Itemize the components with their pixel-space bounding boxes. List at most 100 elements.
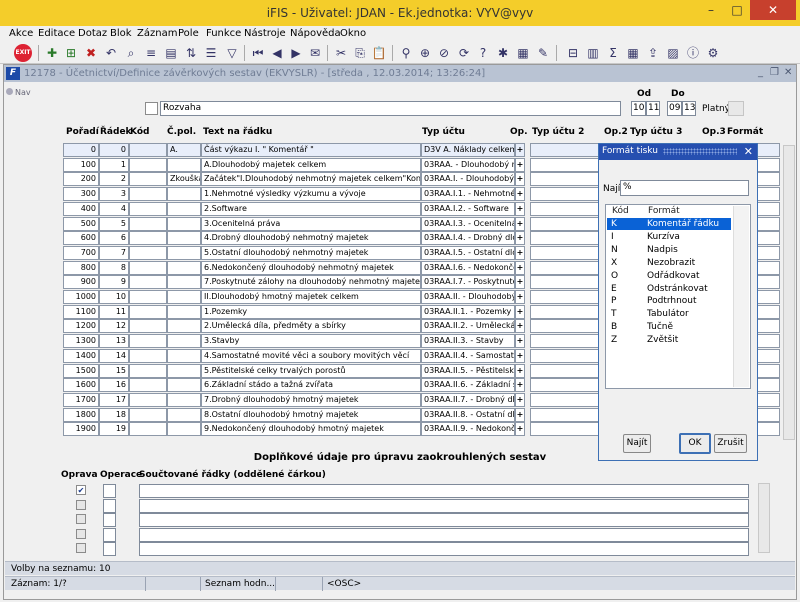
grid-scrollbar[interactable] bbox=[783, 145, 795, 440]
cell-text[interactable]: 5.Pěstitelské celky trvalých porostů bbox=[201, 363, 421, 378]
cell-radek[interactable]: 15 bbox=[99, 363, 129, 378]
query-icon[interactable]: ≡ bbox=[142, 44, 160, 62]
cell-radek[interactable]: 1 bbox=[99, 157, 129, 172]
cell-kod[interactable] bbox=[129, 363, 167, 378]
clear-icon[interactable]: ⊘ bbox=[435, 44, 453, 62]
doc-icon[interactable]: ▦ bbox=[514, 44, 532, 62]
format-list-item[interactable]: E Odstránkovat bbox=[607, 283, 731, 295]
cell-cpol[interactable] bbox=[167, 392, 201, 407]
format-list-item[interactable]: B Tučně bbox=[607, 321, 731, 333]
cell-radek[interactable]: 18 bbox=[99, 407, 129, 422]
header-checkbox[interactable] bbox=[145, 102, 158, 115]
cell-op[interactable]: + bbox=[515, 187, 525, 202]
popup-ok-button[interactable]: OK bbox=[679, 433, 711, 454]
cell-poradi[interactable]: 1700 bbox=[63, 392, 99, 407]
popup-list-scrollbar[interactable] bbox=[733, 206, 749, 387]
cell-op[interactable]: + bbox=[515, 422, 525, 437]
cell-text[interactable]: 2.Umělecká díla, předměty a sbírky bbox=[201, 319, 421, 334]
cell-typ[interactable]: 03RAA.I.4. - Drobný dlo bbox=[421, 231, 515, 246]
print-icon[interactable]: ▤ bbox=[162, 44, 180, 62]
cell-poradi[interactable]: 200 bbox=[63, 172, 99, 187]
exit-button[interactable]: EXIT bbox=[14, 44, 32, 62]
cell-typ2[interactable] bbox=[530, 201, 600, 216]
cell-kod[interactable] bbox=[129, 334, 167, 349]
cell-typ2[interactable] bbox=[530, 216, 600, 231]
cell-op[interactable]: + bbox=[515, 216, 525, 231]
list-icon[interactable]: ☰ bbox=[202, 44, 220, 62]
cell-poradi[interactable]: 1100 bbox=[63, 304, 99, 319]
oprava-checkbox[interactable] bbox=[76, 499, 86, 510]
cell-text[interactable]: 7.Drobný dlouhodobý hmotný majetek bbox=[201, 392, 421, 407]
cell-radek[interactable]: 19 bbox=[99, 422, 129, 437]
cell-typ[interactable]: 03RAA.II.6. - Základní st bbox=[421, 378, 515, 393]
menu-akce[interactable]: Akce bbox=[9, 28, 33, 39]
cell-radek[interactable]: 5 bbox=[99, 216, 129, 231]
operace-field[interactable] bbox=[103, 484, 116, 498]
od-month-field[interactable]: 10 bbox=[631, 101, 646, 116]
cell-op[interactable]: + bbox=[515, 201, 525, 216]
cell-text[interactable]: 6.Základní stádo a tažná zvířata bbox=[201, 378, 421, 393]
cell-op[interactable]: + bbox=[515, 245, 525, 260]
cell-kod[interactable] bbox=[129, 172, 167, 187]
cell-typ2[interactable] bbox=[530, 231, 600, 246]
cell-typ2[interactable] bbox=[530, 245, 600, 260]
calc-icon[interactable]: ⊟ bbox=[564, 44, 582, 62]
cell-cpol[interactable] bbox=[167, 378, 201, 393]
menu-funkce[interactable]: Funkce bbox=[206, 28, 241, 39]
find-icon[interactable]: ⚲ bbox=[397, 44, 415, 62]
mail-icon[interactable]: ✉ bbox=[306, 44, 324, 62]
menu-dotaz[interactable]: Dotaz bbox=[78, 28, 107, 39]
cell-poradi[interactable]: 1200 bbox=[63, 319, 99, 334]
cell-kod[interactable] bbox=[129, 348, 167, 363]
cell-poradi[interactable]: 1500 bbox=[63, 363, 99, 378]
cell-cpol[interactable] bbox=[167, 304, 201, 319]
oprava-checkbox[interactable] bbox=[76, 543, 86, 553]
cell-text[interactable]: 4.Drobný dlouhodobý nehmotný majetek bbox=[201, 231, 421, 246]
info-icon[interactable]: ⓘ bbox=[684, 44, 702, 62]
form-minimize-button[interactable]: _ bbox=[758, 67, 763, 78]
cell-kod[interactable] bbox=[129, 216, 167, 231]
filter-icon[interactable]: ▽ bbox=[223, 44, 241, 62]
bottom-scrollbar[interactable] bbox=[758, 483, 770, 553]
form-close-button[interactable]: ✕ bbox=[784, 67, 792, 78]
cut-icon[interactable]: ✂ bbox=[332, 44, 350, 62]
prev-record-icon[interactable]: ◀ bbox=[268, 44, 286, 62]
cell-op[interactable]: + bbox=[515, 275, 525, 290]
cell-radek[interactable]: 13 bbox=[99, 334, 129, 349]
cell-poradi[interactable]: 400 bbox=[63, 201, 99, 216]
soucet-radky-field[interactable] bbox=[139, 498, 749, 513]
cell-text[interactable]: 5.Ostatní dlouhodobý nehmotný majetek bbox=[201, 245, 421, 260]
cell-text[interactable]: 3.Stavby bbox=[201, 334, 421, 349]
cell-radek[interactable]: 0 bbox=[99, 143, 129, 157]
od-year-field[interactable]: 11 bbox=[646, 101, 660, 116]
cell-radek[interactable]: 7 bbox=[99, 245, 129, 260]
copy-icon[interactable]: ⎘ bbox=[351, 44, 369, 62]
cell-poradi[interactable]: 1900 bbox=[63, 422, 99, 437]
cell-cpol[interactable] bbox=[167, 290, 201, 304]
oprava-checkbox[interactable] bbox=[76, 528, 86, 539]
cell-typ[interactable]: D3V A. Náklady celkem bbox=[421, 143, 515, 157]
menu-blok[interactable]: Blok bbox=[110, 28, 132, 39]
cell-typ[interactable]: 03RAA.II.2. - Umělecká d bbox=[421, 319, 515, 334]
cell-text[interactable]: 6.Nedokončený dlouhodobý nehmotný majete… bbox=[201, 260, 421, 275]
cell-typ[interactable]: 03RAA.I.1. - Nehmotné v bbox=[421, 187, 515, 202]
soucet-radky-field[interactable] bbox=[139, 527, 749, 542]
cell-typ2[interactable] bbox=[530, 334, 600, 349]
cell-radek[interactable]: 16 bbox=[99, 378, 129, 393]
cell-text[interactable]: 3.Ocenitelná práva bbox=[201, 216, 421, 231]
cell-typ[interactable]: 03RAA.I.5. - Ostatní dlo bbox=[421, 245, 515, 260]
cell-kod[interactable] bbox=[129, 422, 167, 437]
cell-kod[interactable] bbox=[129, 392, 167, 407]
form-restore-button[interactable]: ❐ bbox=[770, 67, 779, 78]
cell-poradi[interactable]: 1000 bbox=[63, 290, 99, 304]
cell-cpol[interactable] bbox=[167, 245, 201, 260]
cell-typ2[interactable] bbox=[530, 304, 600, 319]
cell-op[interactable]: + bbox=[515, 143, 525, 157]
cell-kod[interactable] bbox=[129, 407, 167, 422]
cell-cpol[interactable]: Zkouška bbox=[167, 172, 201, 187]
format-list-item[interactable]: N Nadpis bbox=[607, 244, 731, 256]
cell-typ2[interactable] bbox=[530, 407, 600, 422]
cell-op[interactable]: + bbox=[515, 304, 525, 319]
cell-typ[interactable]: 03RAA.II.4. - Samostatn bbox=[421, 348, 515, 363]
cell-typ2[interactable] bbox=[530, 422, 600, 437]
